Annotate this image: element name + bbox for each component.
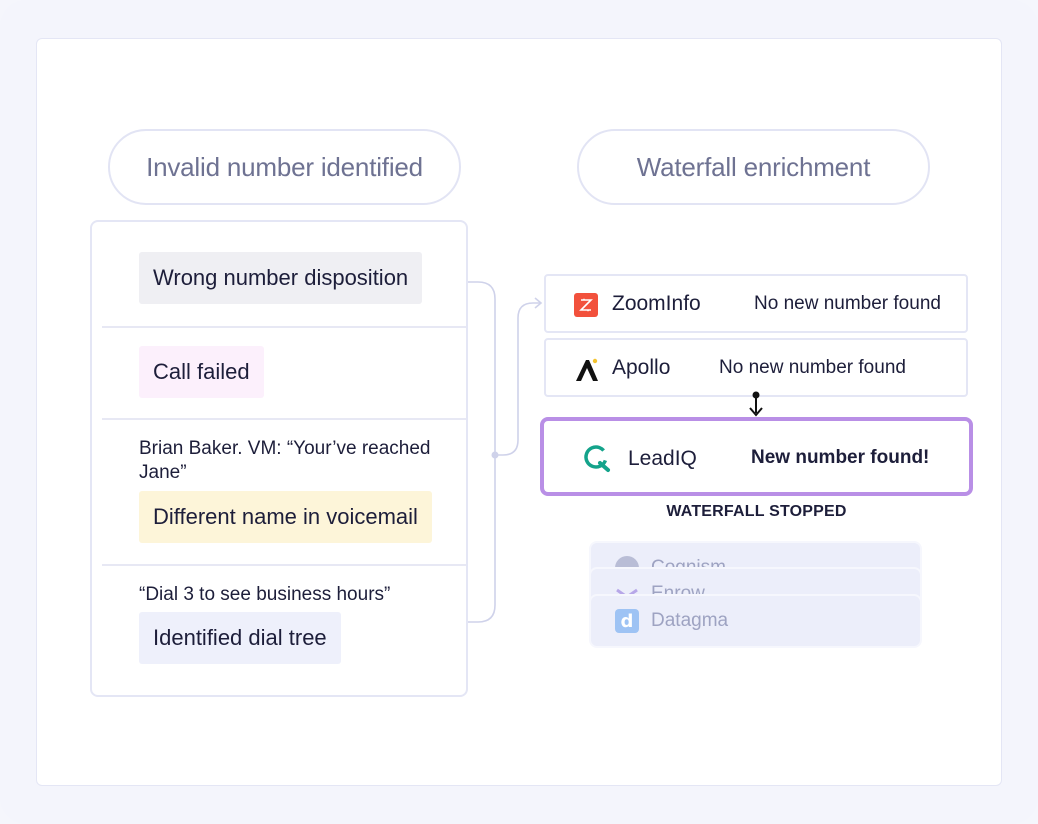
zoominfo-logo-icon — [574, 293, 598, 317]
provider-apollo: Apollo No new number found — [544, 338, 968, 397]
signal-quote-voicemail: Brian Baker. VM: “Your’ve reached Jane” — [139, 438, 431, 483]
signal-tag-call-failed: Call failed — [139, 346, 264, 398]
header-waterfall-enrichment: Waterfall enrichment — [577, 129, 930, 205]
waterfall-stopped-label: WATERFALL STOPPED — [666, 503, 847, 520]
provider-status: No new number found — [754, 292, 941, 314]
provider-name: ZoomInfo — [612, 291, 701, 315]
divider — [102, 564, 466, 566]
apollo-logo-icon — [573, 356, 601, 384]
datagma-logo-icon: d — [615, 609, 639, 633]
signal-tag-wrong-number: Wrong number disposition — [139, 252, 423, 304]
divider — [102, 418, 466, 420]
leadiq-logo-icon — [582, 443, 612, 473]
provider-zoominfo: ZoomInfo No new number found — [544, 274, 968, 333]
signal-tag-different-name: Different name in voicemail — [139, 491, 432, 543]
provider-name: Apollo — [612, 355, 671, 379]
signal-quote-dial-tree: “Dial 3 to see business hours” — [139, 584, 391, 605]
provider-leadiq: LeadIQ New number found! — [540, 417, 973, 496]
provider-status: No new number found — [719, 356, 906, 378]
provider-name: Datagma — [651, 610, 729, 631]
signal-tag-dial-tree: Identified dial tree — [139, 612, 341, 664]
provider-datagma: d Datagma — [589, 594, 922, 648]
provider-name: LeadIQ — [628, 447, 697, 470]
divider — [102, 326, 466, 328]
header-invalid-number: Invalid number identified — [108, 129, 461, 205]
provider-status-found: New number found! — [751, 447, 930, 468]
signals-panel: Wrong number disposition Call failed Bri… — [90, 220, 468, 697]
